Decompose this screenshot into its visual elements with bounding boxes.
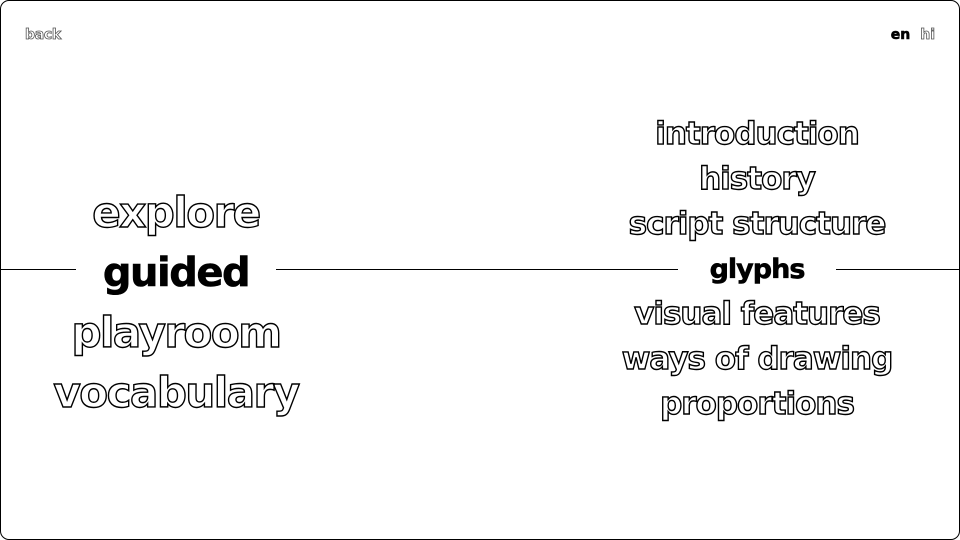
language-hi[interactable]: hi (920, 27, 936, 44)
app-frame: back en hi explore guided playroom vocab… (0, 0, 960, 540)
topic-proportions[interactable]: proportions (659, 382, 855, 427)
back-link[interactable]: back (25, 27, 62, 44)
mode-guided[interactable]: guided (103, 243, 251, 303)
topic-menu: introduction history script structure gl… (561, 112, 953, 427)
mode-playroom[interactable]: playroom (71, 303, 283, 363)
topic-history[interactable]: history (698, 157, 816, 202)
topic-visual-features[interactable]: visual features (633, 292, 881, 337)
mode-menu: explore guided playroom vocabulary (1, 183, 351, 423)
topic-ways-of-drawing[interactable]: ways of drawing (621, 337, 894, 382)
language-switcher: en hi (890, 27, 936, 44)
mode-vocabulary[interactable]: vocabulary (53, 363, 301, 423)
topic-introduction[interactable]: introduction (655, 112, 861, 157)
mode-explore[interactable]: explore (92, 183, 262, 243)
language-en[interactable]: en (890, 27, 910, 44)
topic-script-structure[interactable]: script structure (628, 202, 887, 247)
topic-glyphs[interactable]: glyphs (709, 247, 805, 292)
